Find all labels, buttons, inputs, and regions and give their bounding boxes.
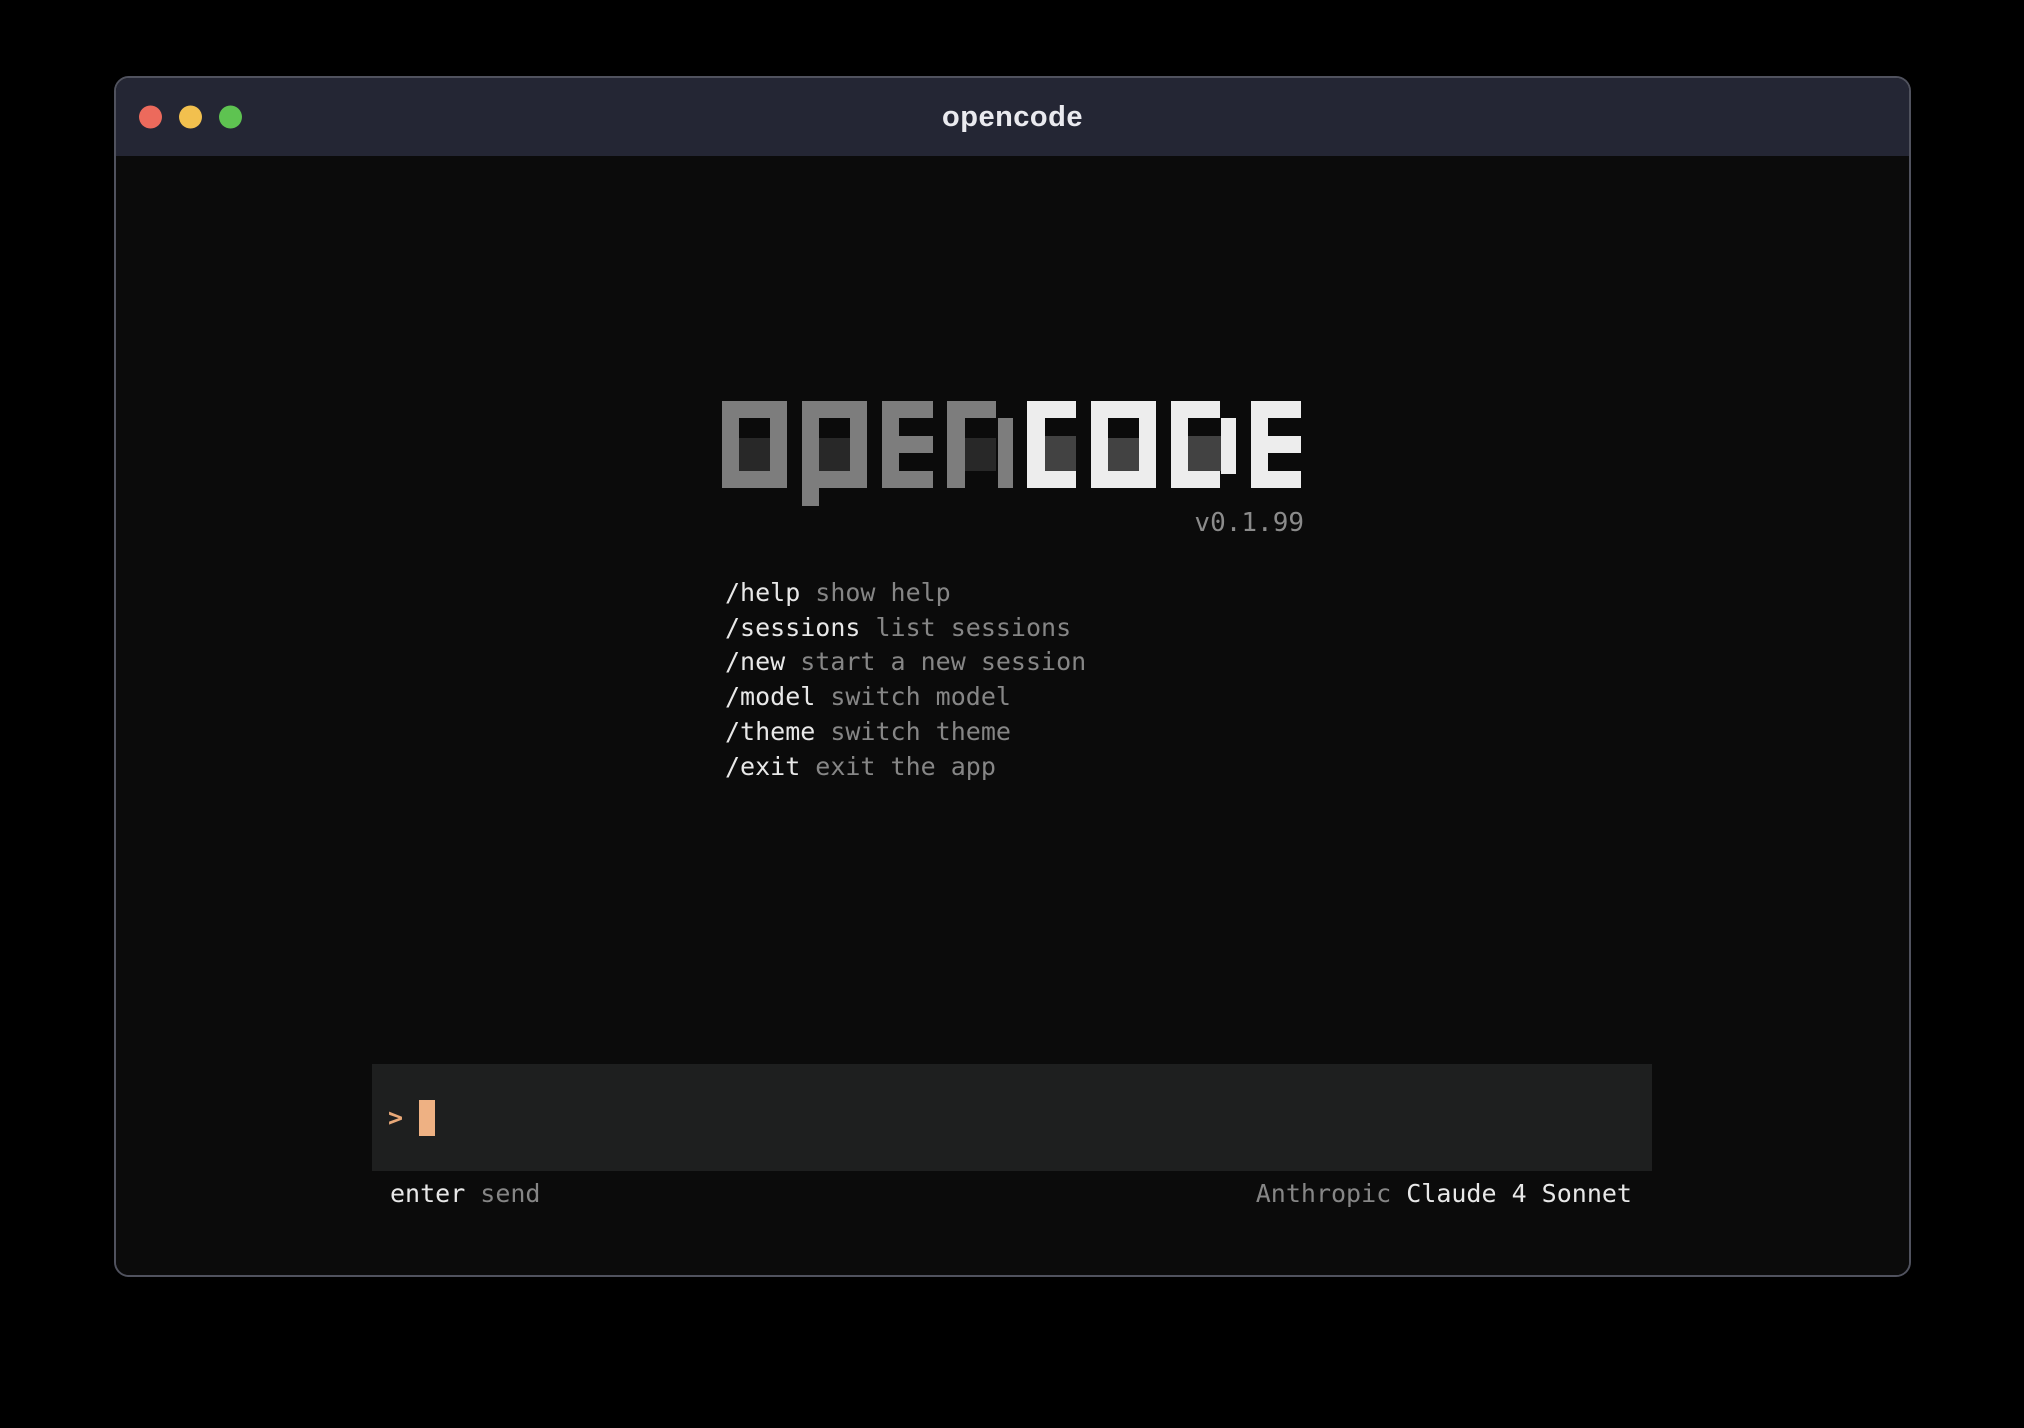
- status-bar: entersend AnthropicClaude 4 Sonnet: [390, 1176, 1632, 1211]
- desktop-background: opencode v0.1.99 /helpshow help/sessions…: [0, 0, 2024, 1428]
- command-list: /helpshow help/sessionslist sessions/new…: [725, 576, 1086, 784]
- model-name: Claude 4 Sonnet: [1391, 1179, 1632, 1208]
- command-label: /model: [725, 682, 815, 711]
- command-description: exit the app: [800, 752, 996, 781]
- command-description: start a new session: [785, 647, 1086, 676]
- command-row: /exitexit the app: [725, 750, 1086, 785]
- prompt-input[interactable]: >: [372, 1064, 1652, 1171]
- opencode-logo: [722, 401, 1302, 508]
- window-titlebar[interactable]: opencode: [116, 78, 1909, 156]
- prompt-symbol: >: [388, 1103, 403, 1132]
- command-description: list sessions: [860, 613, 1071, 642]
- command-row: /helpshow help: [725, 576, 1086, 611]
- command-label: /new: [725, 647, 785, 676]
- command-description: show help: [800, 578, 950, 607]
- command-label: /sessions: [725, 613, 860, 642]
- model-indicator: AnthropicClaude 4 Sonnet: [1256, 1176, 1632, 1211]
- command-row: /modelswitch model: [725, 680, 1086, 715]
- keybind-action: send: [465, 1179, 540, 1208]
- maximize-button[interactable]: [219, 106, 242, 129]
- command-label: /exit: [725, 752, 800, 781]
- text-cursor: [419, 1100, 435, 1136]
- command-row: /themeswitch theme: [725, 715, 1086, 750]
- terminal-content: v0.1.99 /helpshow help/sessionslist sess…: [116, 156, 1909, 1275]
- model-provider: Anthropic: [1256, 1179, 1391, 1208]
- keybind-key: enter: [390, 1179, 465, 1208]
- minimize-button[interactable]: [179, 106, 202, 129]
- command-description: switch theme: [815, 717, 1011, 746]
- command-row: /sessionslist sessions: [725, 611, 1086, 646]
- traffic-lights: [139, 106, 242, 129]
- opencode-window: opencode v0.1.99 /helpshow help/sessions…: [114, 76, 1911, 1277]
- version-label: v0.1.99: [722, 508, 1304, 538]
- command-label: /theme: [725, 717, 815, 746]
- command-row: /newstart a new session: [725, 645, 1086, 680]
- keybind-hint: entersend: [390, 1176, 540, 1211]
- close-button[interactable]: [139, 106, 162, 129]
- command-label: /help: [725, 578, 800, 607]
- command-description: switch model: [815, 682, 1011, 711]
- window-title: opencode: [942, 101, 1083, 134]
